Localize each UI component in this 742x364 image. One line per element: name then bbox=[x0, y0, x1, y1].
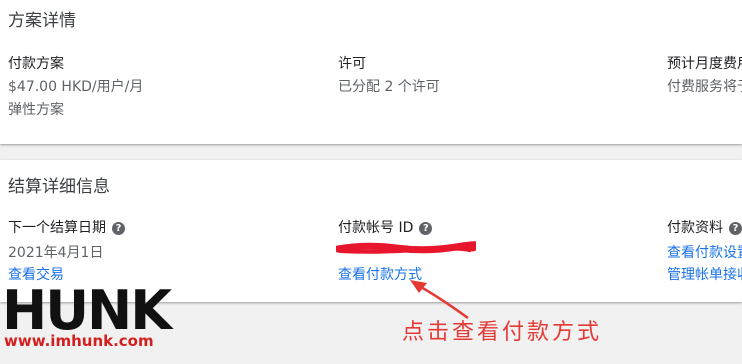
watermark-url: www.imhunk.com bbox=[4, 332, 154, 350]
annotation-text: 点击查看付款方式 bbox=[402, 320, 603, 345]
watermark-brand: HUNK bbox=[2, 279, 172, 342]
watermark-logo: HUNK www.imhunk.com bbox=[2, 284, 172, 354]
